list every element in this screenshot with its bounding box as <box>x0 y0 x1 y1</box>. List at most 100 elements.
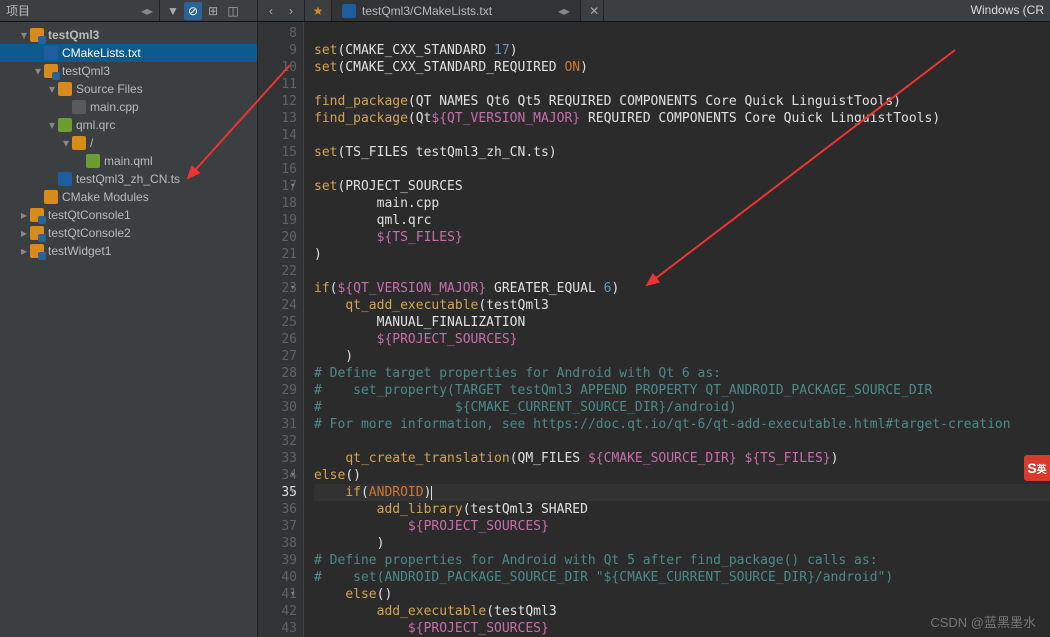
line-number[interactable]: 9 <box>258 42 297 59</box>
code-line[interactable] <box>314 263 1050 280</box>
tree-item[interactable]: main.qml <box>0 152 257 170</box>
code-line[interactable]: # Define target properties for Android w… <box>314 365 1050 382</box>
code-editor[interactable]: 8910111213141516171819202122232425262728… <box>258 22 1050 637</box>
code-line[interactable]: ${PROJECT_SOURCES} <box>314 518 1050 535</box>
code-line[interactable]: ) <box>314 535 1050 552</box>
line-number[interactable]: 43 <box>258 620 297 637</box>
code-line[interactable] <box>314 433 1050 450</box>
project-tree[interactable]: ▾testQml3CMakeLists.txt▾testQml3▾Source … <box>0 22 257 260</box>
line-number[interactable]: 35 <box>258 484 297 501</box>
code-line[interactable]: # ${CMAKE_CURRENT_SOURCE_DIR}/android) <box>314 399 1050 416</box>
code-line[interactable]: qt_create_translation(QM_FILES ${CMAKE_S… <box>314 450 1050 467</box>
code-line[interactable]: if(${QT_VERSION_MAJOR} GREATER_EQUAL 6) <box>314 280 1050 297</box>
chevron-icon[interactable]: ▾ <box>46 82 58 96</box>
code-line[interactable]: set(CMAKE_CXX_STANDARD_REQUIRED ON) <box>314 59 1050 76</box>
line-number[interactable]: 8 <box>258 25 297 42</box>
add-icon[interactable]: ⊞ <box>204 2 222 20</box>
tree-item[interactable]: CMakeLists.txt <box>0 44 257 62</box>
code-line[interactable]: if(ANDROID) <box>314 484 1050 501</box>
tree-item[interactable]: ▾testQml3 <box>0 26 257 44</box>
line-number[interactable]: 29 <box>258 382 297 399</box>
line-number[interactable]: 25 <box>258 314 297 331</box>
code-line[interactable]: MANUAL_FINALIZATION <box>314 314 1050 331</box>
line-number[interactable]: 26 <box>258 331 297 348</box>
line-number[interactable]: 34 <box>258 467 297 484</box>
bookmark-icon[interactable]: ★ <box>309 2 327 20</box>
line-number[interactable]: 40 <box>258 569 297 586</box>
code-line[interactable]: find_package(Qt${QT_VERSION_MAJOR} REQUI… <box>314 110 1050 127</box>
line-number[interactable]: 13 <box>258 110 297 127</box>
tree-item[interactable]: CMake Modules <box>0 188 257 206</box>
code-line[interactable]: ${TS_FILES} <box>314 229 1050 246</box>
code-line[interactable]: main.cpp <box>314 195 1050 212</box>
code-line[interactable]: set(CMAKE_CXX_STANDARD 17) <box>314 42 1050 59</box>
tree-item[interactable]: ▸testWidget1 <box>0 242 257 260</box>
line-number[interactable]: 30 <box>258 399 297 416</box>
chevron-icon[interactable]: ▸ <box>18 226 30 240</box>
line-number[interactable]: 36 <box>258 501 297 518</box>
code-line[interactable]: add_library(testQml3 SHARED <box>314 501 1050 518</box>
line-number[interactable]: 28 <box>258 365 297 382</box>
code-line[interactable] <box>314 127 1050 144</box>
code-line[interactable]: ) <box>314 348 1050 365</box>
tree-item[interactable]: ▾qml.qrc <box>0 116 257 134</box>
split-icon[interactable]: ◫ <box>224 2 242 20</box>
code-line[interactable]: # For more information, see https://doc.… <box>314 416 1050 433</box>
code-line[interactable]: ${PROJECT_SOURCES} <box>314 331 1050 348</box>
line-number[interactable]: 18 <box>258 195 297 212</box>
line-number[interactable]: 42 <box>258 603 297 620</box>
tree-item[interactable]: main.cpp <box>0 98 257 116</box>
line-number[interactable]: 20 <box>258 229 297 246</box>
line-number[interactable]: 33 <box>258 450 297 467</box>
line-number[interactable]: 21 <box>258 246 297 263</box>
code-line[interactable] <box>314 25 1050 42</box>
line-number[interactable]: 14 <box>258 127 297 144</box>
line-number[interactable]: 23 <box>258 280 297 297</box>
editor-tab[interactable]: testQml3/CMakeLists.txt ◂▸ <box>332 0 581 21</box>
line-number[interactable]: 31 <box>258 416 297 433</box>
line-number[interactable]: 16 <box>258 161 297 178</box>
line-number[interactable]: 15 <box>258 144 297 161</box>
code-line[interactable] <box>314 161 1050 178</box>
code-line[interactable]: find_package(QT NAMES Qt6 Qt5 REQUIRED C… <box>314 93 1050 110</box>
code-line[interactable] <box>314 76 1050 93</box>
chevron-icon[interactable]: ▸ <box>18 244 30 258</box>
forward-icon[interactable]: › <box>282 2 300 20</box>
close-icon[interactable]: ✕ <box>589 4 599 18</box>
line-number[interactable]: 39 <box>258 552 297 569</box>
line-number[interactable]: 22 <box>258 263 297 280</box>
line-number[interactable]: 37 <box>258 518 297 535</box>
project-panel-title[interactable]: 项目 ◂▸ <box>0 0 160 21</box>
line-number[interactable]: 10 <box>258 59 297 76</box>
back-icon[interactable]: ‹ <box>262 2 280 20</box>
chevron-icon[interactable]: ▸ <box>18 208 30 222</box>
tree-item[interactable]: ▾Source Files <box>0 80 257 98</box>
chevron-icon[interactable]: ▾ <box>46 118 58 132</box>
code-line[interactable]: set(PROJECT_SOURCES <box>314 178 1050 195</box>
line-number[interactable]: 27 <box>258 348 297 365</box>
line-number[interactable]: 17 <box>258 178 297 195</box>
line-number[interactable]: 32 <box>258 433 297 450</box>
code-line[interactable]: # set(ANDROID_PACKAGE_SOURCE_DIR "${CMAK… <box>314 569 1050 586</box>
line-number[interactable]: 11 <box>258 76 297 93</box>
line-number[interactable]: 19 <box>258 212 297 229</box>
kit-selector[interactable]: Windows (CR <box>971 3 1044 17</box>
chevron-icon[interactable]: ▾ <box>60 136 72 150</box>
code-body[interactable]: set(CMAKE_CXX_STANDARD 17)set(CMAKE_CXX_… <box>304 22 1050 637</box>
code-line[interactable]: else() <box>314 467 1050 484</box>
code-line[interactable]: else() <box>314 586 1050 603</box>
link-icon[interactable]: ⊘ <box>184 2 202 20</box>
ime-badge[interactable]: S英 <box>1024 455 1050 481</box>
tree-item[interactable]: ▸testQtConsole1 <box>0 206 257 224</box>
tree-item[interactable]: ▾testQml3 <box>0 62 257 80</box>
tree-item[interactable]: testQml3_zh_CN.ts <box>0 170 257 188</box>
line-number[interactable]: 41 <box>258 586 297 603</box>
tree-item[interactable]: ▾/ <box>0 134 257 152</box>
chevron-icon[interactable]: ▾ <box>18 28 30 42</box>
line-number[interactable]: 12 <box>258 93 297 110</box>
code-line[interactable]: # Define properties for Android with Qt … <box>314 552 1050 569</box>
filter-icon[interactable]: ▼ <box>164 2 182 20</box>
code-line[interactable]: set(TS_FILES testQml3_zh_CN.ts) <box>314 144 1050 161</box>
tree-item[interactable]: ▸testQtConsole2 <box>0 224 257 242</box>
line-number[interactable]: 38 <box>258 535 297 552</box>
